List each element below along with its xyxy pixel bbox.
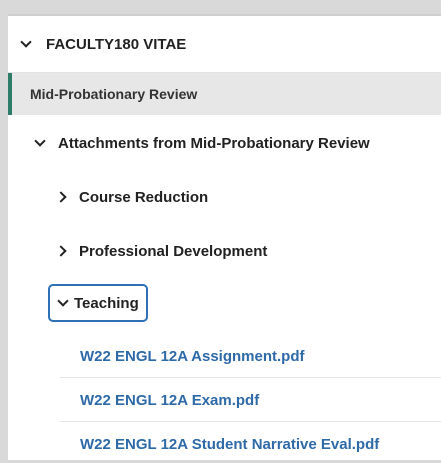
vitae-title: FACULTY180 VITAE — [46, 35, 187, 53]
file-link[interactable]: W22 ENGL 12A Assignment.pdf — [80, 348, 304, 365]
section-mid-probationary-review[interactable]: Mid-Probationary Review — [8, 73, 441, 115]
section-title: Mid-Probationary Review — [30, 86, 198, 102]
file-link[interactable]: W22 ENGL 12A Student Narrative Eval.pdf — [80, 436, 379, 453]
divider — [60, 421, 441, 422]
chevron-down-icon — [34, 134, 46, 147]
folder-label: Professional Development — [79, 242, 268, 260]
attachments-title: Attachments from Mid-Probationary Review — [58, 134, 370, 152]
folder-teaching[interactable]: Teaching — [48, 284, 148, 322]
chevron-down-icon — [20, 35, 32, 48]
file-item: W22 ENGL 12A Student Narrative Eval.pdf — [8, 425, 441, 463]
chevron-right-icon — [55, 191, 67, 203]
divider — [60, 377, 441, 378]
attachments-toggle[interactable]: Attachments from Mid-Probationary Review — [8, 115, 441, 171]
vitae-header-toggle[interactable]: FACULTY180 VITAE — [8, 16, 441, 72]
chevron-right-icon — [55, 245, 67, 257]
chevron-down-icon — [57, 294, 69, 307]
vitae-panel: FACULTY180 VITAE Mid-Probationary Review… — [8, 14, 441, 460]
file-link[interactable]: W22 ENGL 12A Exam.pdf — [80, 392, 259, 409]
folder-course-reduction[interactable]: Course Reduction — [8, 171, 441, 223]
folder-professional-development[interactable]: Professional Development — [8, 225, 441, 277]
file-item: W22 ENGL 12A Exam.pdf — [8, 381, 441, 419]
file-item: W22 ENGL 12A Assignment.pdf — [8, 337, 441, 375]
folder-label: Course Reduction — [79, 188, 209, 206]
folder-label: Teaching — [74, 294, 139, 312]
